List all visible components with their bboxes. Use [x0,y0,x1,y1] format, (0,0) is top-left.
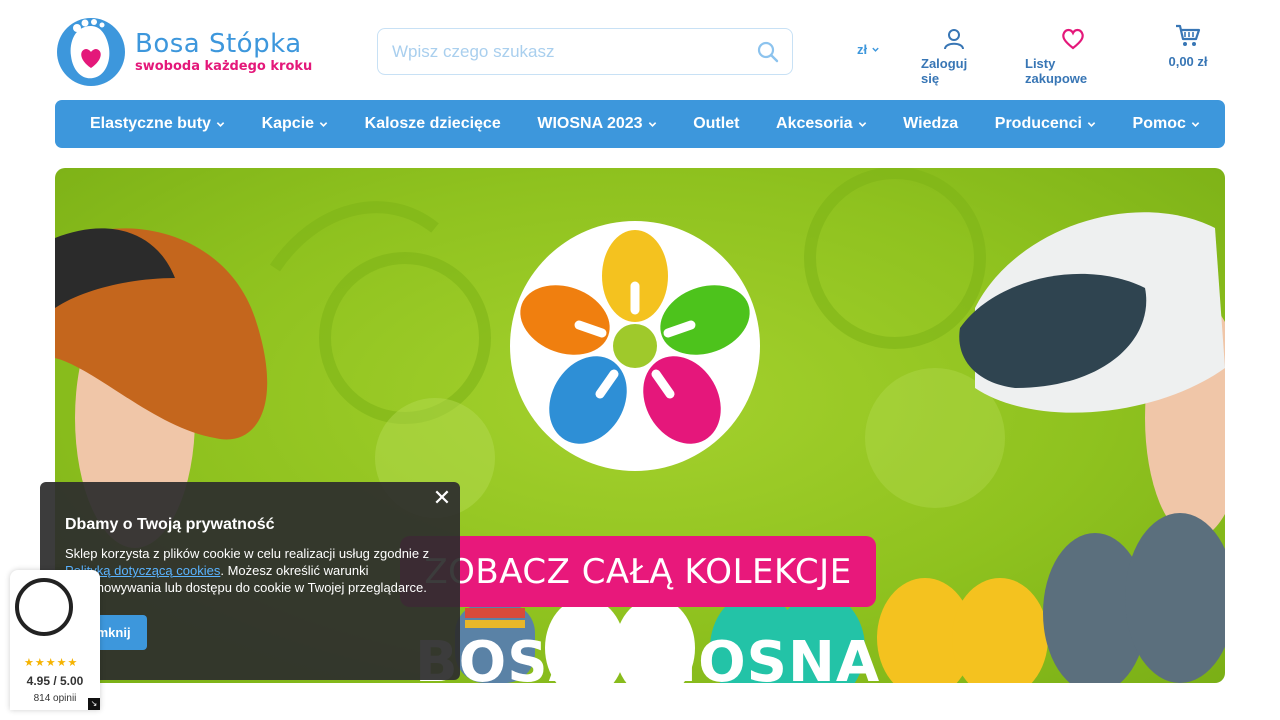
nav-item-kapcie[interactable]: Kapcie [262,115,328,133]
cookie-title: Dbamy o Twoją prywatność [65,516,275,533]
rating-review-count: 814 opinii [33,693,77,704]
search-input[interactable] [392,29,752,74]
nav-item-wiosna-2023[interactable]: WIOSNA 2023 [537,115,656,133]
brand-name: Bosa Stópka [135,29,302,59]
nav-item-producenci[interactable]: Producenci [995,115,1096,133]
login-label: Zaloguj się [921,56,968,86]
cart-button[interactable]: 0,00 zł [1162,24,1214,69]
banner-title: BOSA WIOSNA [415,630,881,683]
chevron-down-icon [319,121,328,127]
expand-arrow-icon[interactable]: ↘ [88,698,100,710]
flower-logo-icon [510,221,760,471]
nav-item-label: Pomoc [1132,115,1186,132]
shopping-cart-icon [1176,24,1201,46]
nav-item-kalosze-dziecięce[interactable]: Kalosze dziecięce [365,115,501,133]
rating-seal-icon [15,578,73,636]
rating-widget[interactable]: ★★★★★ 4.95 / 5.00 814 opinii ↘ [10,570,100,710]
nav-item-label: Akcesoria [776,115,853,132]
site-logo[interactable]: Bosa Stópka swoboda każdego kroku [55,16,315,88]
nav-item-elastyczne-buty[interactable]: Elastyczne buty [90,115,225,133]
login-button[interactable]: Zaloguj się [921,28,987,86]
search-icon[interactable] [756,40,780,64]
search-box [377,28,793,75]
rating-stars: ★★★★★ [24,656,79,669]
logo-text: Bosa Stópka swoboda każdego kroku [135,29,312,75]
chevron-down-icon [858,121,866,127]
nav-item-wiedza[interactable]: Wiedza [903,115,958,133]
wishlist-label: Listy zakupowe [1025,56,1088,86]
nav-item-label: Kapcie [261,115,315,132]
cookie-text: Sklep korzysta z plików cookie w celu re… [65,545,440,596]
heart-icon [1062,28,1084,50]
banner-cta-button[interactable]: ZOBACZ CAŁĄ KOLEKCJE [400,536,876,607]
nav-item-label: Producenci [994,115,1082,132]
right-shoe-image [959,212,1225,538]
chevron-down-icon [216,121,225,127]
chevron-down-icon [872,47,879,52]
close-icon[interactable]: ✕ [430,488,454,512]
nav-item-label: Kalosze dziecięce [364,115,501,132]
main-navigation: Elastyczne buty Kapcie Kalosze dziecięce WI… [55,100,1225,148]
chevron-down-icon [1191,121,1200,127]
foot-heart-logo-icon [57,18,125,86]
cart-total: 0,00 zł [1168,54,1208,69]
nav-item-label: Wiedza [903,115,959,132]
cookie-text-start: Sklep korzysta z plików cookie w celu re… [65,546,430,561]
nav-item-label: WIOSNA 2023 [537,115,643,132]
nav-item-akcesoria[interactable]: Akcesoria [776,115,867,133]
cookie-consent-popup: ✕ Dbamy o Twoją prywatność Sklep korzyst… [40,482,460,680]
page: Bosa Stópka swoboda każdego kroku zł Zal… [0,0,1280,720]
nav-item-outlet[interactable]: Outlet [693,115,739,133]
user-icon [944,29,964,50]
wishlist-button[interactable]: Listy zakupowe [1025,28,1121,86]
nav-item-label: Elastyczne buty [90,115,211,132]
nav-item-label: Outlet [693,115,740,132]
currency-label: zł [857,42,868,57]
currency-selector[interactable]: zł [857,42,880,57]
chevron-down-icon [1087,121,1096,127]
brand-tagline: swoboda każdego kroku [135,59,313,74]
chevron-down-icon [648,121,656,127]
rating-score: 4.95 / 5.00 [26,674,84,688]
nav-item-pomoc[interactable]: Pomoc [1133,115,1200,133]
